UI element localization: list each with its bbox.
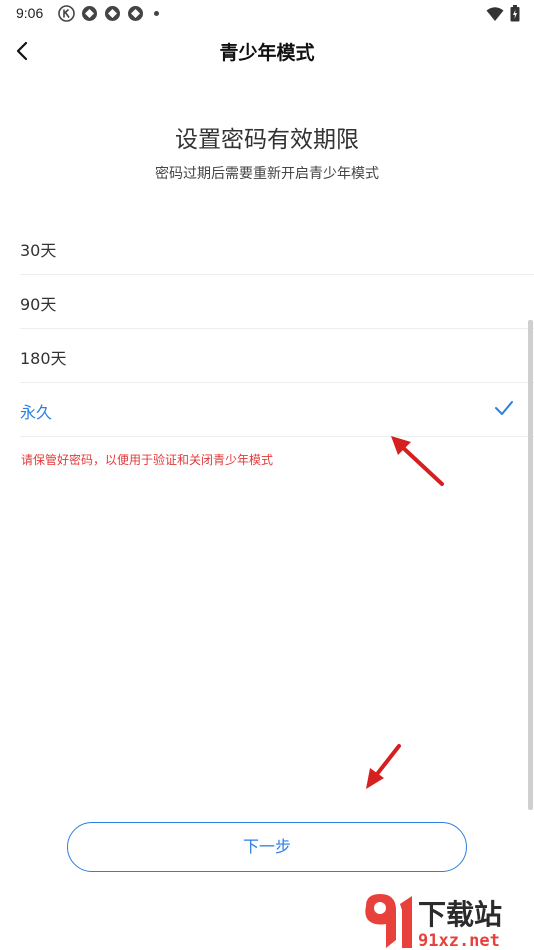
expiry-option-list: 30天 90天 180天 永久 xyxy=(0,221,534,437)
option-permanent[interactable]: 永久 xyxy=(20,383,534,437)
option-label: 180天 xyxy=(20,349,67,368)
option-label: 30天 xyxy=(20,241,57,260)
option-30-days[interactable]: 30天 xyxy=(20,221,534,275)
battery-icon xyxy=(510,5,520,26)
check-icon xyxy=(495,401,513,415)
watermark-logo: 下载站 91xz.net xyxy=(360,892,534,950)
k-app-icon xyxy=(58,5,75,22)
scrollbar[interactable] xyxy=(528,320,533,810)
notification-icon xyxy=(104,5,121,22)
password-warning: 请保管好密码，以便用于验证和关闭青少年模式 xyxy=(21,453,274,467)
section-subheading: 密码过期后需要重新开启青少年模式 xyxy=(155,166,379,182)
status-time: 9:06 xyxy=(16,5,44,21)
annotation-arrow-icon xyxy=(391,436,444,486)
wifi-icon xyxy=(486,6,504,26)
notification-icon xyxy=(81,5,98,22)
status-system-icons xyxy=(486,5,520,26)
more-notifications-dot xyxy=(154,11,159,16)
option-label: 90天 xyxy=(20,295,57,314)
svg-text:91xz.net: 91xz.net xyxy=(418,931,500,950)
app-bar: 青少年模式 xyxy=(0,28,534,74)
notification-icon xyxy=(127,5,144,22)
status-notification-icons xyxy=(58,5,159,22)
page-title: 青少年模式 xyxy=(219,42,315,64)
annotation-arrow-icon xyxy=(366,744,401,789)
option-label: 永久 xyxy=(20,403,53,422)
option-90-days[interactable]: 90天 xyxy=(20,275,534,329)
status-bar: 9:06 xyxy=(0,0,534,28)
next-step-button[interactable]: 下一步 xyxy=(67,822,467,872)
option-180-days[interactable]: 180天 xyxy=(20,329,534,383)
svg-text:下载站: 下载站 xyxy=(418,898,502,931)
section-heading: 设置密码有效期限 xyxy=(175,127,359,153)
